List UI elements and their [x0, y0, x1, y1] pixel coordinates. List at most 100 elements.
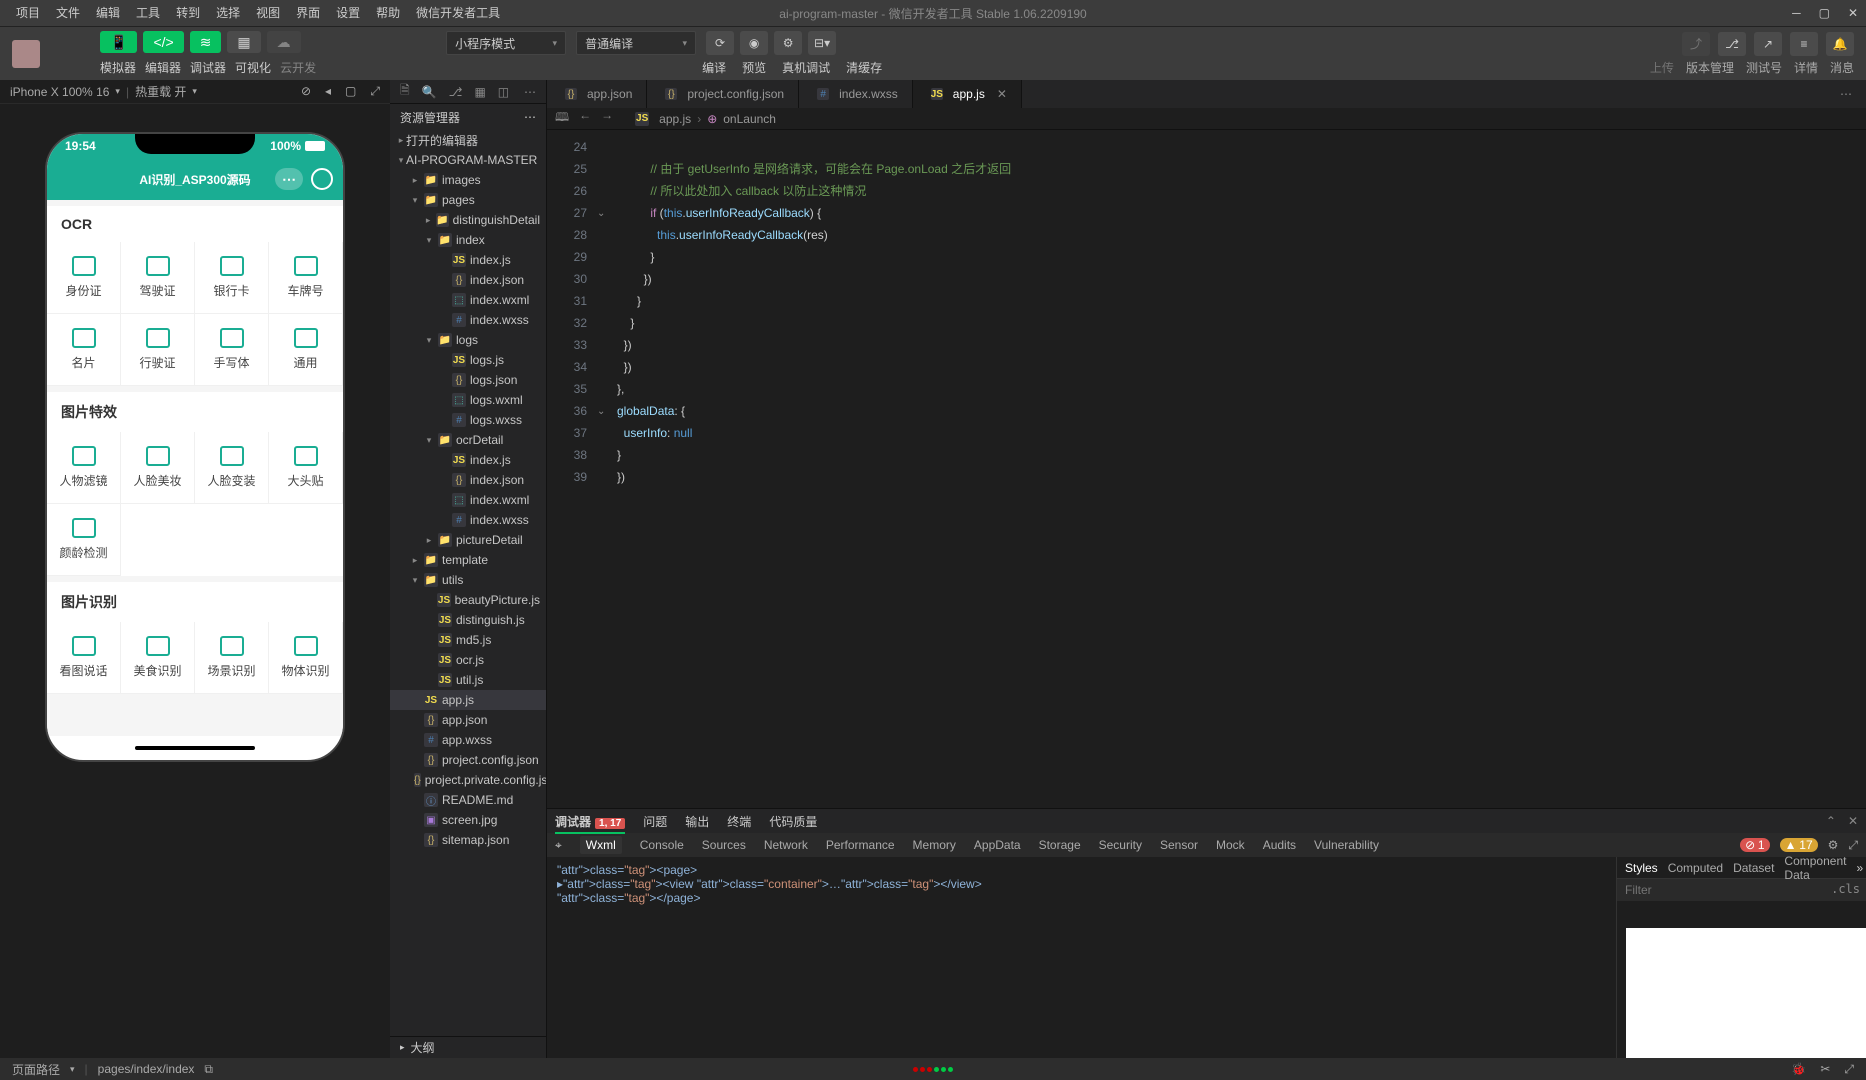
menu-编辑[interactable]: 编辑 — [88, 6, 128, 20]
menu-选择[interactable]: 选择 — [208, 6, 248, 20]
tree-logs[interactable]: ▾📁logs — [390, 330, 546, 350]
dt2-Sensor[interactable]: Sensor — [1160, 838, 1198, 852]
dt2-Storage[interactable]: Storage — [1039, 838, 1081, 852]
dt2-Wxml[interactable]: Wxml — [580, 836, 622, 854]
tree-project.private.config.js...[interactable]: {}project.private.config.js... — [390, 770, 546, 790]
tree-打开的编辑器[interactable]: ▸打开的编辑器 — [390, 130, 546, 150]
editor-toggle[interactable]: </> — [143, 31, 183, 53]
avatar[interactable] — [12, 40, 40, 68]
tree-ocr.js[interactable]: JSocr.js — [390, 650, 546, 670]
remote-debug-button[interactable]: ⚙ — [774, 31, 802, 55]
dt2-AppData[interactable]: AppData — [974, 838, 1021, 852]
tree-logs.wxss[interactable]: #logs.wxss — [390, 410, 546, 430]
device-dropdown[interactable]: iPhone X 100% 16 — [10, 85, 109, 99]
search-icon[interactable]: 🔍 — [422, 85, 437, 99]
tree-index.js[interactable]: JSindex.js — [390, 250, 546, 270]
explorer-actions-icon[interactable]: ⋯ — [524, 110, 536, 124]
tile-名片[interactable]: 名片 — [47, 314, 121, 386]
dt2-Sources[interactable]: Sources — [702, 838, 746, 852]
tree-index.wxml[interactable]: ⬚index.wxml — [390, 490, 546, 510]
menu-文件[interactable]: 文件 — [48, 6, 88, 20]
dt1-终端[interactable]: 终端 — [727, 813, 751, 830]
menu-视图[interactable]: 视图 — [248, 6, 288, 20]
tree-ocrDetail[interactable]: ▾📁ocrDetail — [390, 430, 546, 450]
tile-人脸美妆[interactable]: 人脸美妆 — [121, 432, 195, 504]
back-icon[interactable]: ◂ — [325, 84, 331, 99]
dom-tree[interactable]: "attr">class="tag"><page> ▸"attr">class=… — [547, 857, 1616, 1058]
dt2-Console[interactable]: Console — [640, 838, 684, 852]
close-tab-icon[interactable]: ✕ — [997, 87, 1007, 101]
status-scissors-icon[interactable]: ✂ — [1820, 1062, 1830, 1077]
menu-帮助[interactable]: 帮助 — [368, 6, 408, 20]
side-Component Data[interactable]: Component Data — [1784, 854, 1846, 882]
tree-project.config.json[interactable]: {}project.config.json — [390, 750, 546, 770]
tile-驾驶证[interactable]: 驾驶证 — [121, 242, 195, 314]
dt2-Mock[interactable]: Mock — [1216, 838, 1245, 852]
status-undock-icon[interactable]: ⤢ — [1844, 1062, 1854, 1077]
dt1-代码质量[interactable]: 代码质量 — [769, 813, 817, 830]
tree-pages[interactable]: ▾📁pages — [390, 190, 546, 210]
notifications-button[interactable]: 🔔 — [1826, 32, 1854, 56]
styles-filter-input[interactable] — [1617, 879, 1866, 901]
tree-distinguish.js[interactable]: JSdistinguish.js — [390, 610, 546, 630]
debugger-toggle[interactable]: ≋ — [190, 31, 222, 53]
tile-场景识别[interactable]: 场景识别 — [195, 622, 269, 694]
tree-util.js[interactable]: JSutil.js — [390, 670, 546, 690]
dt1-输出[interactable]: 输出 — [685, 813, 709, 830]
home-icon[interactable]: ▢ — [345, 84, 356, 99]
version-button[interactable]: ⎇ — [1718, 32, 1746, 56]
tree-images[interactable]: ▸📁images — [390, 170, 546, 190]
bc-symbol[interactable]: onLaunch — [723, 112, 776, 126]
outline-header[interactable]: 大纲 — [411, 1039, 435, 1056]
tree-index.wxss[interactable]: #index.wxss — [390, 310, 546, 330]
bc-save-icon[interactable]: 🕮 — [555, 108, 569, 129]
git-icon[interactable]: ⎇ — [449, 85, 463, 99]
menu-项目[interactable]: 项目 — [8, 6, 48, 20]
mute-icon[interactable]: ⊘ — [301, 84, 311, 99]
undock-icon[interactable]: ⤢ — [370, 84, 380, 99]
menu-界面[interactable]: 界面 — [288, 6, 328, 20]
tile-看图说话[interactable]: 看图说话 — [47, 622, 121, 694]
tile-美食识别[interactable]: 美食识别 — [121, 622, 195, 694]
tree-beautyPicture.js[interactable]: JSbeautyPicture.js — [390, 590, 546, 610]
bc-file[interactable]: app.js — [659, 112, 691, 126]
bc-back-icon[interactable]: ← — [579, 108, 591, 129]
dt2-Memory[interactable]: Memory — [913, 838, 956, 852]
minimize-icon[interactable]: ─ — [1792, 6, 1801, 20]
upload-button[interactable]: ⤴ — [1682, 32, 1710, 56]
dt1-问题[interactable]: 问题 — [643, 813, 667, 830]
cloud-toggle[interactable]: ☁ — [267, 31, 301, 53]
tab-project.config.json[interactable]: {}project.config.json — [647, 80, 799, 108]
preview-button[interactable]: ◉ — [740, 31, 768, 55]
files-icon[interactable]: 🗎 — [400, 81, 410, 102]
devtools-settings-icon[interactable]: ⚙ — [1828, 838, 1839, 852]
devtools-expand-icon[interactable]: ⌃ — [1826, 814, 1836, 828]
tree-utils[interactable]: ▾📁utils — [390, 570, 546, 590]
tree-README.md[interactable]: ⓘREADME.md — [390, 790, 546, 810]
menu-转到[interactable]: 转到 — [168, 6, 208, 20]
tile-人物滤镜[interactable]: 人物滤镜 — [47, 432, 121, 504]
dt2-Audits[interactable]: Audits — [1263, 838, 1296, 852]
tile-通用[interactable]: 通用 — [269, 314, 343, 386]
tile-物体识别[interactable]: 物体识别 — [269, 622, 343, 694]
tree-index.wxss[interactable]: #index.wxss — [390, 510, 546, 530]
clear-cache-button[interactable]: ⊟▾ — [808, 31, 836, 55]
side-Dataset[interactable]: Dataset — [1733, 861, 1774, 875]
tree-index[interactable]: ▾📁index — [390, 230, 546, 250]
menu-工具[interactable]: 工具 — [128, 6, 168, 20]
tree-AI-PROGRAM-MASTER[interactable]: ▾AI-PROGRAM-MASTER — [390, 150, 546, 170]
maximize-icon[interactable]: ▢ — [1819, 6, 1830, 20]
cls-button[interactable]: .cls — [1831, 882, 1860, 896]
compile-button[interactable]: ⟳ — [706, 31, 734, 55]
menu-微信开发者工具[interactable]: 微信开发者工具 — [408, 6, 508, 20]
dt2-Security[interactable]: Security — [1099, 838, 1142, 852]
menu-设置[interactable]: 设置 — [328, 6, 368, 20]
hot-reload-dropdown[interactable]: 热重载 开 — [135, 83, 186, 100]
layout-icon[interactable]: ◫ — [498, 85, 509, 99]
copy-path-icon[interactable]: ⧉ — [204, 1062, 213, 1077]
details-button[interactable]: ≡ — [1790, 32, 1818, 56]
dt1-调试器[interactable]: 调试器1, 17 — [555, 813, 625, 830]
tile-银行卡[interactable]: 银行卡 — [195, 242, 269, 314]
capsule-menu-icon[interactable]: ⋯ — [275, 168, 303, 190]
status-path[interactable]: pages/index/index — [98, 1062, 195, 1076]
